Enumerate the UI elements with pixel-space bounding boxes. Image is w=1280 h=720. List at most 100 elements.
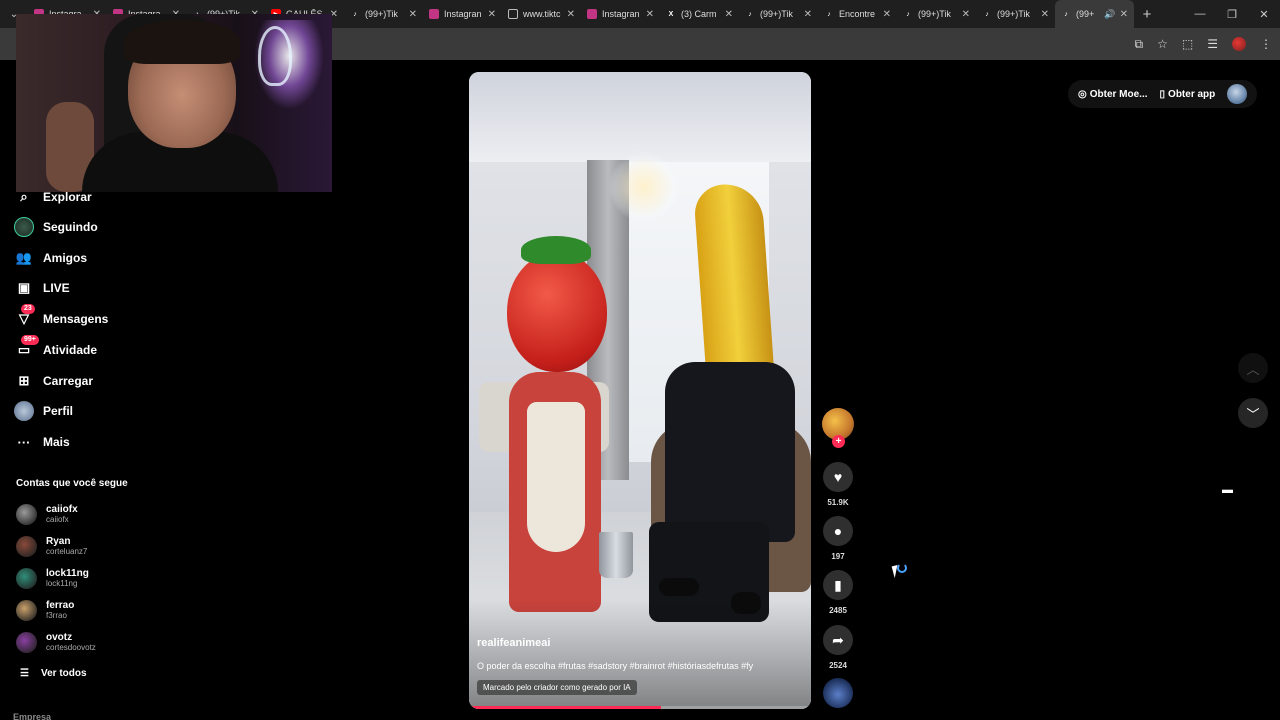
account-name: ferrao bbox=[46, 600, 75, 611]
close-window-icon[interactable]: ✕ bbox=[1248, 0, 1280, 28]
more-icon: ··· bbox=[17, 434, 31, 450]
comment-count: 197 bbox=[831, 552, 845, 561]
sidebar-item-following[interactable]: Seguindo bbox=[14, 214, 98, 240]
video-caption: O poder da escolha #frutas #sadstory #br… bbox=[477, 661, 754, 671]
comment-icon[interactable]: ● bbox=[823, 516, 853, 546]
browser-tab[interactable]: X (3) Carm ✕ bbox=[660, 0, 739, 28]
browser-tab[interactable]: ♪ (99+)Tik ✕ bbox=[739, 0, 818, 28]
following-account[interactable]: ferrao f3rrao bbox=[16, 596, 74, 624]
following-account[interactable]: caiiofx caiiofx bbox=[16, 500, 78, 528]
tab-close-icon[interactable]: ✕ bbox=[567, 9, 575, 20]
tab-close-icon[interactable]: ✕ bbox=[883, 9, 891, 20]
sidebar-item-activity[interactable]: ▭ 99+ Atividade bbox=[14, 335, 97, 363]
share-icon[interactable]: ➦ bbox=[823, 625, 853, 655]
tab-close-icon[interactable]: ✕ bbox=[646, 9, 654, 20]
browser-profile-avatar[interactable] bbox=[1232, 37, 1246, 51]
notification-badge: 23 bbox=[21, 304, 35, 314]
avatar bbox=[16, 567, 37, 589]
ai-generated-label: Marcado pelo criador como gerado por IA bbox=[477, 680, 637, 695]
tiktok-favicon-icon: ♪ bbox=[748, 10, 752, 18]
share-count: 2524 bbox=[829, 661, 847, 670]
video-player[interactable]: realifeanimeai O poder da escolha #fruta… bbox=[469, 72, 811, 709]
tab-close-icon[interactable]: ✕ bbox=[962, 9, 970, 20]
new-tab-button[interactable]: + bbox=[1134, 0, 1160, 28]
video-progress-bar[interactable] bbox=[469, 706, 811, 709]
following-section-title: Contas que você segue bbox=[16, 478, 128, 489]
browser-tab[interactable]: Instagran ✕ bbox=[423, 0, 502, 28]
see-all-button[interactable]: ☰ Ver todos bbox=[20, 668, 87, 679]
tiktok-favicon-icon: ♪ bbox=[1064, 10, 1068, 18]
sidebar-item-messages[interactable]: ▽ 23 Mensagens bbox=[14, 304, 108, 332]
following-account[interactable]: lock11ng lock11ng bbox=[16, 564, 89, 592]
previous-video-chevron-up-icon[interactable]: ︿ bbox=[1238, 353, 1268, 383]
sidebar-item-upload[interactable]: ⊞ Carregar bbox=[14, 368, 93, 394]
messages-icon: ▽ 23 bbox=[14, 304, 35, 329]
sidebar-item-live[interactable]: ▣ LIVE bbox=[14, 275, 70, 301]
sidebar-item-friends[interactable]: 👥 Amigos bbox=[14, 245, 87, 271]
get-coins-button[interactable]: ◎ Obter Moe... bbox=[1078, 89, 1148, 100]
globe-favicon-icon bbox=[508, 9, 518, 19]
sidebar-item-more[interactable]: ··· Mais bbox=[14, 429, 70, 455]
like-count: 51.9K bbox=[827, 498, 849, 507]
upload-icon: ⊞ bbox=[18, 373, 30, 388]
following-account[interactable]: ovotz cortesdoovotz bbox=[16, 628, 96, 656]
avatar bbox=[16, 599, 37, 621]
browser-tab[interactable]: ♪ Encontre ✕ bbox=[818, 0, 897, 28]
reading-list-icon[interactable]: ☰ bbox=[1207, 37, 1218, 51]
comment-action[interactable]: ● 197 bbox=[822, 516, 854, 561]
install-app-icon[interactable]: ⧉ bbox=[1135, 37, 1144, 52]
notification-badge: 99+ bbox=[21, 335, 39, 345]
coin-icon: ◎ bbox=[1078, 88, 1087, 100]
minimize-icon[interactable]: — bbox=[1184, 0, 1216, 28]
ig-favicon-icon bbox=[429, 9, 439, 19]
account-handle: lock11ng bbox=[46, 579, 78, 588]
speaker-icon[interactable]: 🔊 bbox=[1104, 9, 1115, 20]
tab-title: (99+)Tik bbox=[760, 9, 793, 19]
browser-tab[interactable]: ♪ (99+)Tik ✕ bbox=[344, 0, 423, 28]
tab-title: (99+)Tik bbox=[997, 9, 1030, 19]
save-action[interactable]: ▮ 2485 bbox=[822, 570, 854, 615]
get-coins-label: Obter Moe... bbox=[1089, 88, 1148, 100]
tab-title: Encontre bbox=[839, 9, 876, 19]
user-avatar[interactable] bbox=[1227, 84, 1248, 104]
account-name: Ryan bbox=[46, 536, 71, 547]
tab-close-icon[interactable]: ✕ bbox=[725, 9, 733, 20]
tab-close-icon[interactable]: ✕ bbox=[409, 9, 417, 20]
maximize-icon[interactable]: ❐ bbox=[1216, 0, 1248, 28]
bookmark-star-icon[interactable]: ☆ bbox=[1157, 37, 1168, 51]
sidebar-item-profile[interactable]: Perfil bbox=[14, 398, 73, 424]
follow-plus-icon[interactable]: + bbox=[832, 435, 845, 448]
bookmark-icon[interactable]: ▮ bbox=[823, 570, 853, 600]
browser-tab[interactable]: ♪ (99+)Tik ✕ bbox=[976, 0, 1055, 28]
captions-icon[interactable]: ▬ bbox=[1222, 484, 1233, 496]
browser-tab[interactable]: ♪ (99+ 🔊 ✕ bbox=[1055, 0, 1134, 28]
music-disc-icon[interactable] bbox=[823, 678, 853, 708]
share-action[interactable]: ➦ 2524 bbox=[822, 625, 854, 670]
browser-tab[interactable]: Instagran ✕ bbox=[581, 0, 660, 28]
avatar bbox=[16, 631, 37, 653]
browser-tab[interactable]: www.tiktc ✕ bbox=[502, 0, 581, 28]
sidebar-item-label: Explorar bbox=[43, 190, 92, 204]
heart-icon[interactable]: ♥ bbox=[823, 462, 853, 492]
browser-menu-icon[interactable]: ⋮ bbox=[1260, 37, 1272, 51]
tab-title: (3) Carm bbox=[681, 9, 717, 19]
live-icon: ▣ bbox=[17, 280, 31, 295]
sidebar-item-label: Carregar bbox=[43, 374, 94, 388]
browser-tab[interactable]: ♪ (99+)Tik ✕ bbox=[897, 0, 976, 28]
phone-icon: ▯ bbox=[1159, 88, 1166, 100]
tab-title: (99+ bbox=[1076, 9, 1095, 19]
following-account[interactable]: Ryan corteluanz7 bbox=[16, 532, 87, 560]
tab-close-icon[interactable]: ✕ bbox=[1041, 9, 1049, 20]
get-app-button[interactable]: ▯ Obter app bbox=[1160, 89, 1216, 100]
next-video-chevron-down-icon[interactable]: ﹀ bbox=[1238, 398, 1268, 428]
tiktok-favicon-icon: ♪ bbox=[906, 10, 910, 18]
friends-icon: 👥 bbox=[15, 250, 33, 265]
extensions-icon[interactable]: ⬚ bbox=[1182, 37, 1193, 51]
video-author[interactable]: realifeanimeai bbox=[477, 637, 550, 649]
tab-close-icon[interactable]: ✕ bbox=[488, 9, 496, 20]
tab-title: (99+)Tik bbox=[365, 9, 398, 19]
x-favicon-icon: X bbox=[668, 10, 674, 18]
like-action[interactable]: ♥ 51.9K bbox=[822, 462, 854, 507]
tab-close-icon[interactable]: ✕ bbox=[1120, 9, 1128, 20]
tab-close-icon[interactable]: ✕ bbox=[804, 9, 812, 20]
